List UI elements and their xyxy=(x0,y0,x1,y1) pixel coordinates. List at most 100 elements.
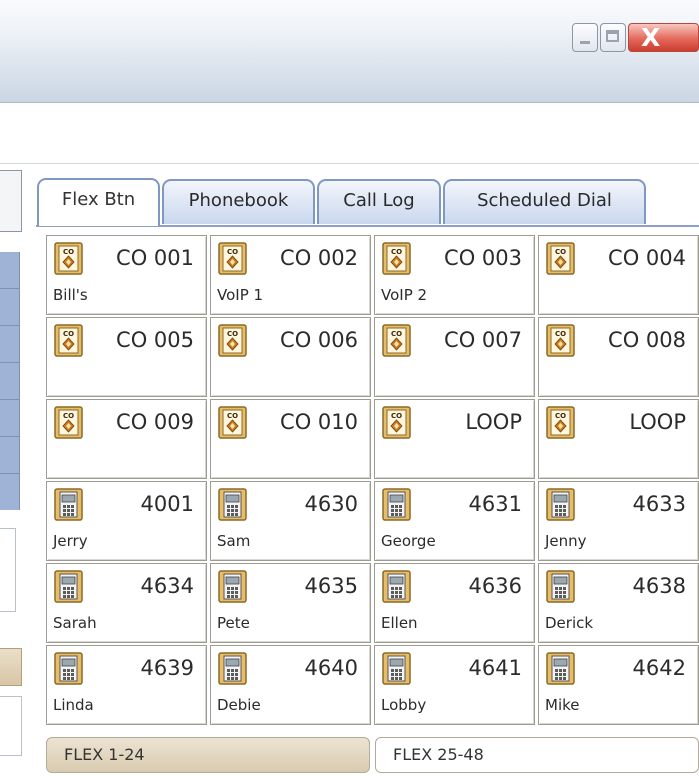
svg-text:CO: CO xyxy=(63,412,74,420)
tab-phonebook[interactable]: Phonebook xyxy=(162,179,315,224)
flex-button[interactable]: 4642 Mike xyxy=(538,645,699,725)
flex-button-label: Debie xyxy=(217,696,261,714)
flex-button-number: 4634 xyxy=(140,574,194,598)
left-list-item[interactable] xyxy=(0,289,19,326)
page-label: FLEX 25-48 xyxy=(393,745,484,764)
svg-text:CO: CO xyxy=(555,330,566,338)
flex-button-label: Jenny xyxy=(545,532,587,550)
flex-button-number: LOOP xyxy=(465,410,522,434)
page-flex-1-24-button[interactable]: FLEX 1-24 xyxy=(46,737,370,773)
flex-button-number: CO 007 xyxy=(444,328,522,352)
flex-button[interactable]: CO CO 001 Bill's xyxy=(46,235,207,315)
flex-button[interactable]: 4640 Debie xyxy=(210,645,371,725)
flex-button-grid: CO CO 001 Bill's CO CO 002 VoIP 1 CO CO 003 VoIP… xyxy=(46,235,699,725)
flex-button-number: CO 005 xyxy=(116,328,194,352)
tab-label: Phonebook xyxy=(188,190,289,211)
flex-button-number: CO 006 xyxy=(280,328,358,352)
left-list-item[interactable] xyxy=(0,363,19,400)
minimize-icon xyxy=(580,41,590,44)
extension-phone-icon xyxy=(54,570,83,603)
svg-text:CO: CO xyxy=(227,248,238,256)
flex-button-label: Mike xyxy=(545,696,580,714)
tab-call-log[interactable]: Call Log xyxy=(317,179,441,224)
flex-button[interactable]: 4638 Derick xyxy=(538,563,699,643)
flex-button[interactable]: 4631 George xyxy=(374,481,535,561)
flex-button[interactable]: 4636 Ellen xyxy=(374,563,535,643)
page-label: FLEX 1-24 xyxy=(64,745,145,764)
tab-label: Call Log xyxy=(343,190,415,211)
flex-button-label: Pete xyxy=(217,614,250,632)
extension-phone-icon xyxy=(382,652,411,685)
left-list-item[interactable] xyxy=(0,437,19,474)
flex-button-number: CO 003 xyxy=(444,246,522,270)
extension-phone-icon xyxy=(54,488,83,521)
svg-text:CO: CO xyxy=(555,412,566,420)
extension-phone-icon xyxy=(54,652,83,685)
extension-phone-icon xyxy=(546,488,575,521)
tab-label: Flex Btn xyxy=(61,189,136,210)
flex-button-label: Linda xyxy=(53,696,94,714)
flex-button-label: Sam xyxy=(217,532,251,550)
flex-button[interactable]: CO CO 003 VoIP 2 xyxy=(374,235,535,315)
svg-text:CO: CO xyxy=(227,412,238,420)
left-panel-field xyxy=(0,696,22,756)
flex-button[interactable]: CO CO 008 xyxy=(538,317,699,397)
extension-phone-icon xyxy=(218,652,247,685)
flex-button[interactable]: 4635 Pete xyxy=(210,563,371,643)
flex-button[interactable]: CO CO 006 xyxy=(210,317,371,397)
flex-button[interactable]: 4639 Linda xyxy=(46,645,207,725)
extension-phone-icon xyxy=(546,652,575,685)
svg-text:CO: CO xyxy=(63,248,74,256)
left-list-item[interactable] xyxy=(0,252,19,289)
page-flex-25-48-button[interactable]: FLEX 25-48 xyxy=(375,737,699,773)
co-line-icon: CO xyxy=(218,324,247,357)
flex-button-number: 4642 xyxy=(632,656,686,680)
flex-button[interactable]: 4641 Lobby xyxy=(374,645,535,725)
flex-button-number: 4001 xyxy=(140,492,194,516)
flex-button[interactable]: 4634 Sarah xyxy=(46,563,207,643)
flex-button[interactable]: CO CO 005 xyxy=(46,317,207,397)
svg-text:CO: CO xyxy=(555,248,566,256)
flex-button-label: Sarah xyxy=(53,614,97,632)
flex-button-number: 4640 xyxy=(304,656,358,680)
flex-button-label: Derick xyxy=(545,614,594,632)
flex-button-number: CO 009 xyxy=(116,410,194,434)
flex-button[interactable]: CO CO 002 VoIP 1 xyxy=(210,235,371,315)
flex-button-number: CO 010 xyxy=(280,410,358,434)
left-panel-button[interactable] xyxy=(0,648,22,686)
extension-phone-icon xyxy=(218,488,247,521)
flex-button[interactable]: CO CO 004 xyxy=(538,235,699,315)
left-panel-field xyxy=(0,528,16,612)
maximize-button[interactable] xyxy=(600,23,626,52)
close-button[interactable]: X xyxy=(628,23,699,52)
svg-text:CO: CO xyxy=(391,248,402,256)
svg-text:CO: CO xyxy=(63,330,74,338)
minimize-button[interactable] xyxy=(572,23,598,52)
tab-flex-btn[interactable]: Flex Btn xyxy=(37,178,160,226)
close-icon: X xyxy=(641,23,661,52)
flex-button-number: 4638 xyxy=(632,574,686,598)
flex-button[interactable]: CO CO 010 xyxy=(210,399,371,479)
maximize-icon xyxy=(606,30,619,42)
co-line-icon: CO xyxy=(54,406,83,439)
flex-button[interactable]: CO LOOP xyxy=(538,399,699,479)
flex-button[interactable]: 4630 Sam xyxy=(210,481,371,561)
flex-button-number: CO 008 xyxy=(608,328,686,352)
flex-button-label: VoIP 1 xyxy=(217,286,264,304)
flex-button[interactable]: CO CO 009 xyxy=(46,399,207,479)
header-area xyxy=(0,103,699,164)
flex-button-label: Ellen xyxy=(381,614,418,632)
tab-scheduled-dial[interactable]: Scheduled Dial xyxy=(443,179,646,224)
flex-button[interactable]: CO CO 007 xyxy=(374,317,535,397)
co-line-icon: CO xyxy=(546,406,575,439)
co-line-icon: CO xyxy=(54,242,83,275)
left-list-item[interactable] xyxy=(0,326,19,363)
co-line-icon: CO xyxy=(546,324,575,357)
left-list-item[interactable] xyxy=(0,400,19,437)
flex-button[interactable]: 4633 Jenny xyxy=(538,481,699,561)
extension-phone-icon xyxy=(382,488,411,521)
flex-button[interactable]: CO LOOP xyxy=(374,399,535,479)
flex-button[interactable]: 4001 Jerry xyxy=(46,481,207,561)
flex-button-label: Jerry xyxy=(53,532,88,550)
left-panel-list[interactable] xyxy=(0,252,20,510)
